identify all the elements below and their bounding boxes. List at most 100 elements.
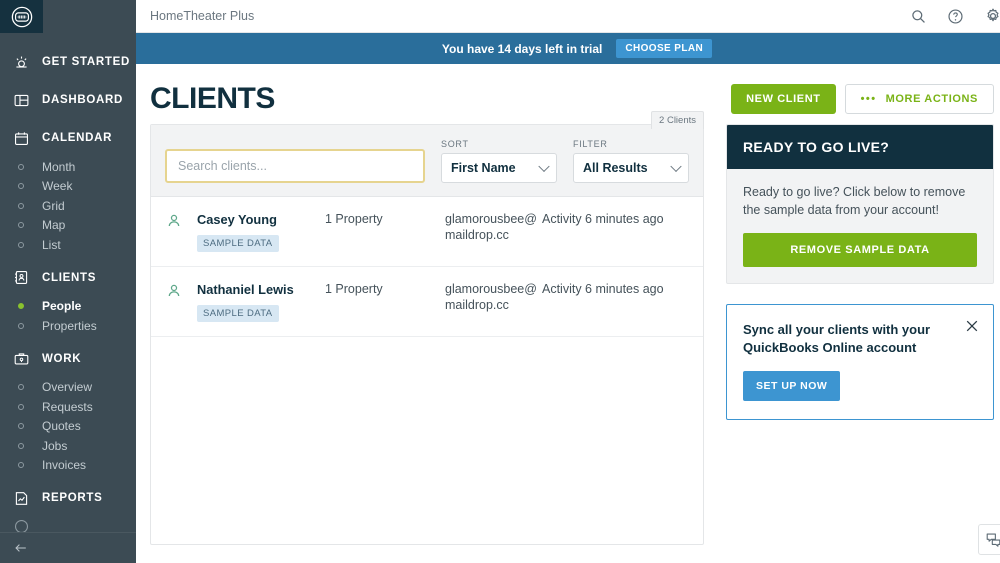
help-circle-icon[interactable] xyxy=(947,8,964,25)
chat-bubbles-icon[interactable] xyxy=(978,524,1000,555)
bullet-icon xyxy=(8,423,34,430)
client-email: glamorousbee@maildrop.cc xyxy=(445,282,537,312)
client-properties: 1 Property xyxy=(325,282,383,296)
sidebar-subitem-jobs[interactable]: Jobs xyxy=(0,436,136,456)
person-icon xyxy=(165,281,197,305)
sidebar-subitem-week[interactable]: Week xyxy=(0,177,136,197)
logo-icon xyxy=(11,6,32,27)
filter-select[interactable]: All Results xyxy=(573,153,689,183)
sidebar-item-label: WORK xyxy=(42,352,82,365)
clients-card: SORT First Name FILTER All Results xyxy=(150,124,704,545)
sidebar-item-label: CLIENTS xyxy=(42,271,97,284)
app-name-label: HomeTheater Plus xyxy=(150,9,255,23)
client-properties: 1 Property xyxy=(325,212,383,226)
status-badge: SAMPLE DATA xyxy=(197,305,279,322)
person-icon xyxy=(165,211,197,235)
status-badge: SAMPLE DATA xyxy=(197,235,279,252)
sidebar-subitem-label: Properties xyxy=(42,318,97,333)
ellipsis-icon: ••• xyxy=(860,93,877,105)
client-name: Nathaniel Lewis xyxy=(197,282,294,297)
sidebar-item-calendar[interactable]: CALENDAR xyxy=(0,119,136,157)
sidebar-subitem-people[interactable]: People xyxy=(0,297,136,317)
sidebar-subitem-label: Grid xyxy=(42,198,65,213)
choose-plan-button[interactable]: CHOOSE PLAN xyxy=(616,39,713,58)
sidebar-subitem-label: Overview xyxy=(42,380,93,395)
client-name-cell: Nathaniel Lewis SAMPLE DATA xyxy=(197,281,325,322)
sort-control: SORT First Name xyxy=(441,139,557,183)
trial-message: You have 14 days left in trial xyxy=(441,41,603,56)
sidebar-nav: GET STARTED DASHBOARD CALENDAR Month Wee… xyxy=(0,33,136,517)
sidebar-item-label: DASHBOARD xyxy=(42,94,124,106)
sidebar-subitem-month[interactable]: Month xyxy=(0,157,136,177)
page-title: CLIENTS xyxy=(150,82,275,115)
app-logo[interactable] xyxy=(0,0,43,33)
bullet-icon xyxy=(8,403,34,410)
sidebar-item-label: CALENDAR xyxy=(42,132,113,144)
go-live-text: Ready to go live? Click below to remove … xyxy=(743,185,966,218)
sidebar-item-partial-cut-off[interactable] xyxy=(8,518,34,532)
search-icon[interactable] xyxy=(910,8,927,25)
remove-sample-data-button[interactable]: REMOVE SAMPLE DATA xyxy=(743,233,977,268)
client-email: glamorousbee@maildrop.cc xyxy=(445,212,537,242)
sidebar: GET STARTED DASHBOARD CALENDAR Month Wee… xyxy=(0,0,136,563)
report-chart-icon xyxy=(8,488,34,508)
bullet-icon xyxy=(8,384,34,391)
dashboard-icon xyxy=(8,90,34,110)
sidebar-item-get-started[interactable]: GET STARTED xyxy=(0,43,136,81)
sidebar-item-reports[interactable]: REPORTS xyxy=(0,479,136,517)
sidebar-subitem-overview[interactable]: Overview xyxy=(0,378,136,398)
bullet-icon xyxy=(8,303,34,310)
sidebar-subitem-list[interactable]: List xyxy=(0,235,136,255)
sidebar-item-label: GET STARTED xyxy=(42,56,130,68)
gear-icon[interactable] xyxy=(984,7,1000,25)
chevron-down-icon xyxy=(670,160,682,173)
sidebar-subitem-label: Invoices xyxy=(42,458,87,473)
client-count-badge: 2 Clients xyxy=(651,111,704,129)
sidebar-subitem-label: List xyxy=(42,237,61,252)
sync-title: Sync all your clients with your QuickBoo… xyxy=(743,322,931,355)
briefcase-icon xyxy=(8,349,34,369)
more-actions-button[interactable]: ••• MORE ACTIONS xyxy=(844,84,994,114)
sidebar-item-work[interactable]: WORK xyxy=(0,340,136,378)
sidebar-item-clients[interactable]: CLIENTS xyxy=(0,259,136,297)
sidebar-subitem-label: Requests xyxy=(42,399,93,414)
sort-select[interactable]: First Name xyxy=(441,153,557,183)
sidebar-subitem-properties[interactable]: Properties xyxy=(0,316,136,336)
filter-label: FILTER xyxy=(573,139,608,149)
client-name-cell: Casey Young SAMPLE DATA xyxy=(197,211,325,252)
bullet-icon xyxy=(8,241,34,248)
sidebar-subitem-map[interactable]: Map xyxy=(0,216,136,236)
sun-icon xyxy=(8,52,34,72)
set-up-now-button[interactable]: SET UP NOW xyxy=(743,371,841,402)
sidebar-subitem-label: Week xyxy=(42,179,73,194)
bullet-icon xyxy=(8,163,34,170)
sidebar-item-dashboard[interactable]: DASHBOARD xyxy=(0,81,136,119)
sidebar-subitem-grid[interactable]: Grid xyxy=(0,196,136,216)
sidebar-collapse-bar[interactable] xyxy=(0,532,136,563)
sidebar-subitem-quotes[interactable]: Quotes xyxy=(0,417,136,437)
page-header: CLIENTS NEW CLIENT ••• MORE ACTIONS xyxy=(136,64,1000,124)
go-live-heading: READY TO GO LIVE? xyxy=(727,125,993,169)
sidebar-subitem-label: Month xyxy=(42,159,76,174)
sidebar-subitem-requests[interactable]: Requests xyxy=(0,397,136,417)
quickbooks-sync-panel: Sync all your clients with your QuickBoo… xyxy=(726,304,994,421)
bullet-icon xyxy=(8,462,34,469)
right-rail: READY TO GO LIVE? Ready to go live? Clic… xyxy=(726,124,994,421)
search-input[interactable] xyxy=(165,149,425,183)
app-root: GET STARTED DASHBOARD CALENDAR Month Wee… xyxy=(0,0,1000,563)
table-row[interactable]: Nathaniel Lewis SAMPLE DATA 1 Property g… xyxy=(151,267,703,337)
back-arrow-icon[interactable] xyxy=(8,540,34,556)
search-wrapper xyxy=(165,149,425,183)
sidebar-item-label: REPORTS xyxy=(42,492,103,504)
clients-filter-bar: SORT First Name FILTER All Results xyxy=(151,125,703,197)
contact-card-icon xyxy=(8,268,34,288)
close-icon[interactable] xyxy=(964,318,980,334)
main-area: HomeTheater Plus You have 14 days left i… xyxy=(136,0,1000,563)
client-activity: Activity 6 minutes ago xyxy=(542,212,664,226)
new-client-button[interactable]: NEW CLIENT xyxy=(731,84,836,114)
calendar-icon xyxy=(8,128,34,148)
page-actions: NEW CLIENT ••• MORE ACTIONS xyxy=(731,84,994,114)
trial-banner: You have 14 days left in trial CHOOSE PL… xyxy=(136,33,1000,64)
sidebar-subitem-invoices[interactable]: Invoices xyxy=(0,456,136,476)
table-row[interactable]: Casey Young SAMPLE DATA 1 Property glamo… xyxy=(151,197,703,267)
